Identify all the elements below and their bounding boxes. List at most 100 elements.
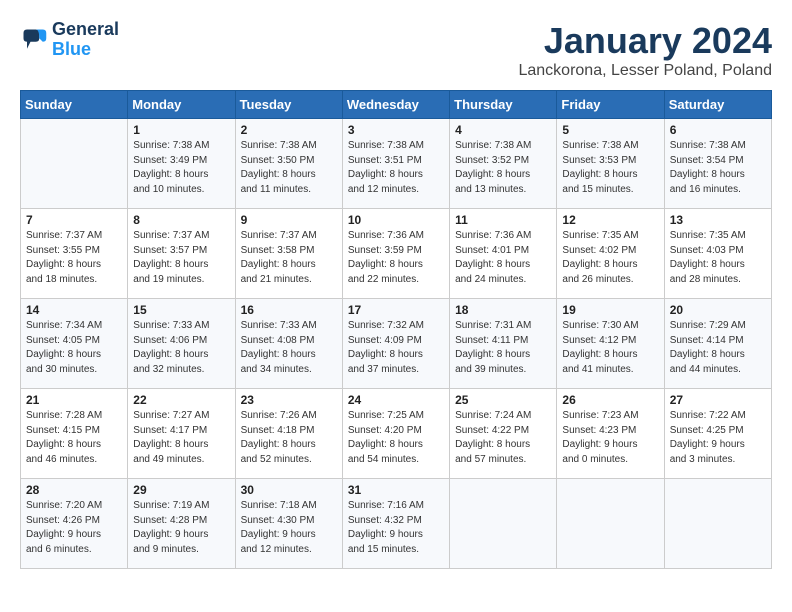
location-title: Lanckorona, Lesser Poland, Poland — [518, 62, 772, 80]
day-info: Sunrise: 7:37 AM Sunset: 3:55 PM Dayligh… — [26, 229, 122, 287]
day-info: Sunrise: 7:38 AM Sunset: 3:53 PM Dayligh… — [562, 139, 658, 197]
day-number: 27 — [670, 393, 766, 407]
calendar-week-5: 28 Sunrise: 7:20 AM Sunset: 4:26 PM Dayli… — [21, 479, 772, 569]
day-number: 15 — [133, 303, 229, 317]
calendar-cell: 6 Sunrise: 7:38 AM Sunset: 3:54 PM Daylig… — [664, 119, 771, 209]
calendar-cell — [21, 119, 128, 209]
day-number: 16 — [241, 303, 337, 317]
day-info: Sunrise: 7:38 AM Sunset: 3:54 PM Dayligh… — [670, 139, 766, 197]
day-info: Sunrise: 7:20 AM Sunset: 4:26 PM Dayligh… — [26, 499, 122, 557]
day-info: Sunrise: 7:33 AM Sunset: 4:06 PM Dayligh… — [133, 319, 229, 377]
calendar-cell: 21 Sunrise: 7:28 AM Sunset: 4:15 PM Dayli… — [21, 389, 128, 479]
day-info: Sunrise: 7:33 AM Sunset: 4:08 PM Dayligh… — [241, 319, 337, 377]
day-number: 22 — [133, 393, 229, 407]
calendar-cell: 18Sunrise: 7:31 AM Sunset: 4:11 PM Dayli… — [450, 299, 557, 389]
day-info: Sunrise: 7:35 AM Sunset: 4:03 PM Dayligh… — [670, 229, 766, 287]
day-number: 31 — [348, 483, 444, 497]
day-number: 13 — [670, 213, 766, 227]
calendar-cell: 19 Sunrise: 7:30 AM Sunset: 4:12 PM Dayli… — [557, 299, 664, 389]
day-number: 21 — [26, 393, 122, 407]
day-info: Sunrise: 7:32 AM Sunset: 4:09 PM Dayligh… — [348, 319, 444, 377]
calendar-cell: 24 Sunrise: 7:25 AM Sunset: 4:20 PM Dayli… — [342, 389, 449, 479]
logo-icon — [20, 26, 48, 54]
day-number: 28 — [26, 483, 122, 497]
day-info: Sunrise: 7:37 AM Sunset: 3:57 PM Dayligh… — [133, 229, 229, 287]
day-info: Sunrise: 7:25 AM Sunset: 4:20 PM Dayligh… — [348, 409, 444, 467]
calendar-cell: 12Sunrise: 7:35 AM Sunset: 4:02 PM Dayli… — [557, 209, 664, 299]
weekday-header-monday: Monday — [128, 91, 235, 119]
day-number: 10 — [348, 213, 444, 227]
day-number: 19 — [562, 303, 658, 317]
day-info: Sunrise: 7:29 AM Sunset: 4:14 PM Dayligh… — [670, 319, 766, 377]
calendar-cell: 3 Sunrise: 7:38 AM Sunset: 3:51 PM Daylig… — [342, 119, 449, 209]
calendar-cell: 4 Sunrise: 7:38 AM Sunset: 3:52 PM Daylig… — [450, 119, 557, 209]
day-info: Sunrise: 7:19 AM Sunset: 4:28 PM Dayligh… — [133, 499, 229, 557]
calendar-cell: 1 Sunrise: 7:38 AM Sunset: 3:49 PM Daylig… — [128, 119, 235, 209]
day-number: 1 — [133, 123, 229, 137]
calendar-cell — [450, 479, 557, 569]
day-info: Sunrise: 7:26 AM Sunset: 4:18 PM Dayligh… — [241, 409, 337, 467]
day-info: Sunrise: 7:22 AM Sunset: 4:25 PM Dayligh… — [670, 409, 766, 467]
day-info: Sunrise: 7:38 AM Sunset: 3:52 PM Dayligh… — [455, 139, 551, 197]
day-number: 24 — [348, 393, 444, 407]
month-title: January 2024 — [518, 20, 772, 62]
weekday-header-sunday: Sunday — [21, 91, 128, 119]
calendar-week-1: 1 Sunrise: 7:38 AM Sunset: 3:49 PM Daylig… — [21, 119, 772, 209]
calendar-cell: 7 Sunrise: 7:37 AM Sunset: 3:55 PM Daylig… — [21, 209, 128, 299]
calendar-week-3: 14Sunrise: 7:34 AM Sunset: 4:05 PM Dayli… — [21, 299, 772, 389]
day-info: Sunrise: 7:23 AM Sunset: 4:23 PM Dayligh… — [562, 409, 658, 467]
calendar-cell: 29 Sunrise: 7:19 AM Sunset: 4:28 PM Dayli… — [128, 479, 235, 569]
calendar-cell: 9Sunrise: 7:37 AM Sunset: 3:58 PM Daylig… — [235, 209, 342, 299]
day-info: Sunrise: 7:28 AM Sunset: 4:15 PM Dayligh… — [26, 409, 122, 467]
day-number: 4 — [455, 123, 551, 137]
calendar-cell: 13 Sunrise: 7:35 AM Sunset: 4:03 PM Dayli… — [664, 209, 771, 299]
day-number: 29 — [133, 483, 229, 497]
day-number: 3 — [348, 123, 444, 137]
day-info: Sunrise: 7:36 AM Sunset: 3:59 PM Dayligh… — [348, 229, 444, 287]
calendar-table: SundayMondayTuesdayWednesdayThursdayFrid… — [20, 90, 772, 569]
calendar-cell: 2 Sunrise: 7:38 AM Sunset: 3:50 PM Daylig… — [235, 119, 342, 209]
calendar-cell: 17 Sunrise: 7:32 AM Sunset: 4:09 PM Dayli… — [342, 299, 449, 389]
day-info: Sunrise: 7:24 AM Sunset: 4:22 PM Dayligh… — [455, 409, 551, 467]
calendar-cell: 23 Sunrise: 7:26 AM Sunset: 4:18 PM Dayli… — [235, 389, 342, 479]
day-info: Sunrise: 7:30 AM Sunset: 4:12 PM Dayligh… — [562, 319, 658, 377]
day-number: 12 — [562, 213, 658, 227]
weekday-header-friday: Friday — [557, 91, 664, 119]
calendar-cell: 20Sunrise: 7:29 AM Sunset: 4:14 PM Dayli… — [664, 299, 771, 389]
calendar-cell: 5 Sunrise: 7:38 AM Sunset: 3:53 PM Daylig… — [557, 119, 664, 209]
day-info: Sunrise: 7:27 AM Sunset: 4:17 PM Dayligh… — [133, 409, 229, 467]
title-section: January 2024 Lanckorona, Lesser Poland, … — [518, 20, 772, 80]
calendar-cell: 25 Sunrise: 7:24 AM Sunset: 4:22 PM Dayli… — [450, 389, 557, 479]
day-number: 17 — [348, 303, 444, 317]
logo: General Blue — [20, 20, 119, 60]
day-info: Sunrise: 7:31 AM Sunset: 4:11 PM Dayligh… — [455, 319, 551, 377]
calendar-cell: 15 Sunrise: 7:33 AM Sunset: 4:06 PM Dayli… — [128, 299, 235, 389]
day-number: 7 — [26, 213, 122, 227]
day-number: 2 — [241, 123, 337, 137]
day-number: 26 — [562, 393, 658, 407]
day-number: 6 — [670, 123, 766, 137]
day-info: Sunrise: 7:37 AM Sunset: 3:58 PM Dayligh… — [241, 229, 337, 287]
day-info: Sunrise: 7:16 AM Sunset: 4:32 PM Dayligh… — [348, 499, 444, 557]
day-number: 5 — [562, 123, 658, 137]
calendar-cell: 26 Sunrise: 7:23 AM Sunset: 4:23 PM Dayli… — [557, 389, 664, 479]
day-info: Sunrise: 7:38 AM Sunset: 3:51 PM Dayligh… — [348, 139, 444, 197]
calendar-week-2: 7 Sunrise: 7:37 AM Sunset: 3:55 PM Daylig… — [21, 209, 772, 299]
calendar-week-4: 21 Sunrise: 7:28 AM Sunset: 4:15 PM Dayli… — [21, 389, 772, 479]
day-info: Sunrise: 7:38 AM Sunset: 3:49 PM Dayligh… — [133, 139, 229, 197]
day-info: Sunrise: 7:18 AM Sunset: 4:30 PM Dayligh… — [241, 499, 337, 557]
day-number: 14 — [26, 303, 122, 317]
weekday-header-saturday: Saturday — [664, 91, 771, 119]
day-info: Sunrise: 7:38 AM Sunset: 3:50 PM Dayligh… — [241, 139, 337, 197]
day-info: Sunrise: 7:36 AM Sunset: 4:01 PM Dayligh… — [455, 229, 551, 287]
calendar-cell: 8Sunrise: 7:37 AM Sunset: 3:57 PM Daylig… — [128, 209, 235, 299]
calendar-cell — [664, 479, 771, 569]
calendar-cell: 22 Sunrise: 7:27 AM Sunset: 4:17 PM Dayli… — [128, 389, 235, 479]
weekday-header-tuesday: Tuesday — [235, 91, 342, 119]
logo-text: General Blue — [52, 20, 119, 60]
day-number: 23 — [241, 393, 337, 407]
calendar-cell: 10 Sunrise: 7:36 AM Sunset: 3:59 PM Dayli… — [342, 209, 449, 299]
day-number: 30 — [241, 483, 337, 497]
day-number: 25 — [455, 393, 551, 407]
weekday-header-wednesday: Wednesday — [342, 91, 449, 119]
